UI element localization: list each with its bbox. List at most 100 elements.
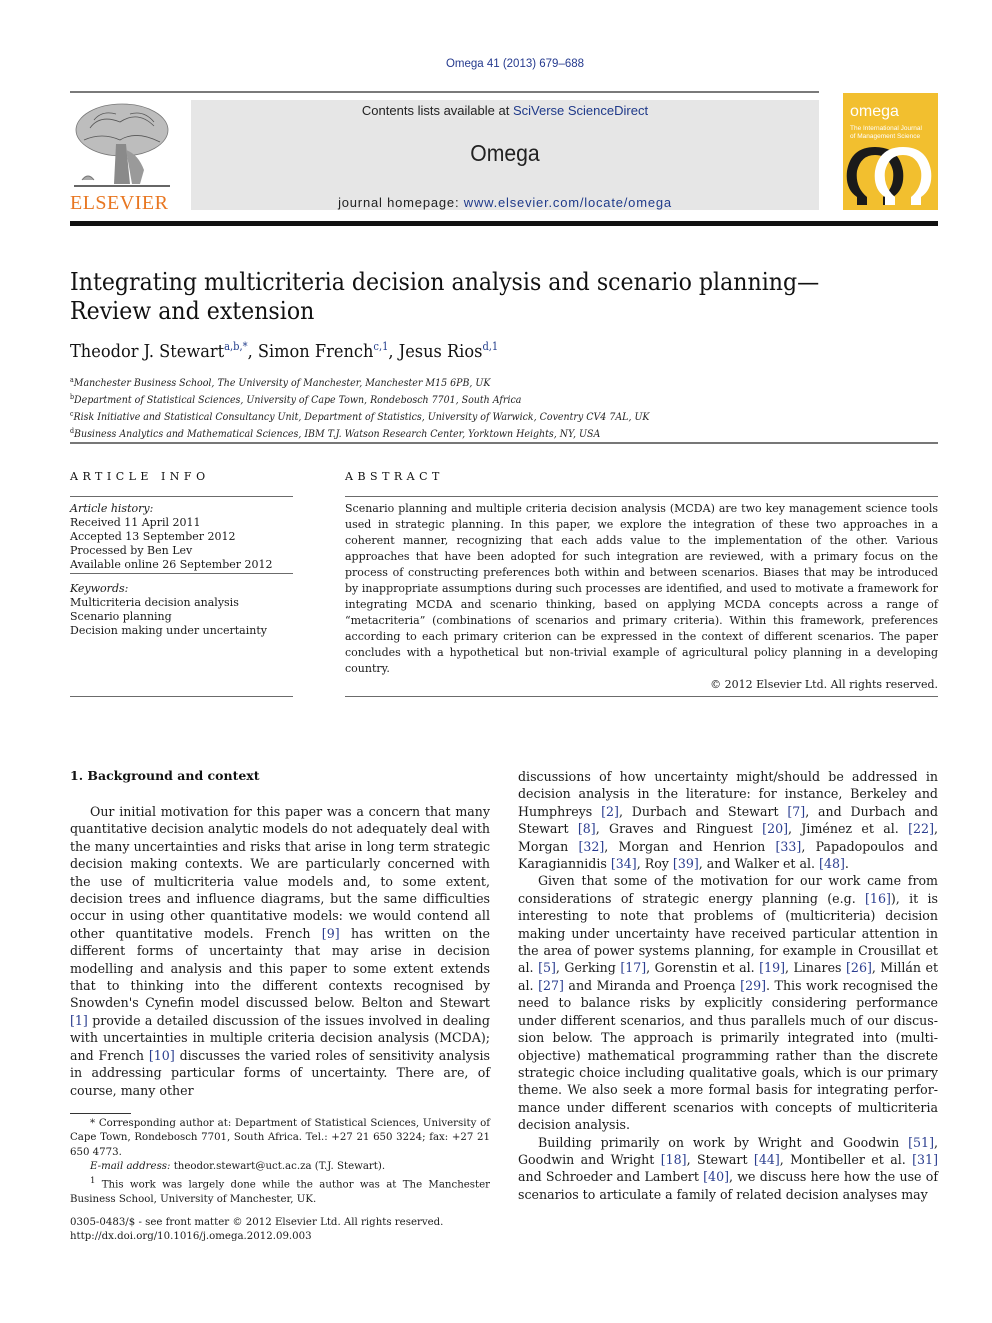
paragraph-text: , Graves and Ringuest [595, 821, 763, 837]
author-affiliation-marks[interactable]: c,1 [373, 340, 388, 353]
citation-link[interactable]: [26] [846, 960, 872, 975]
contents-prefix: Contents lists available at [361, 103, 513, 118]
paragraph-text: , Durbach and Stewart [618, 803, 788, 819]
history-item: Accepted 13 September 2012 [70, 530, 236, 543]
paragraph-text: , Morgan and Henrion [604, 838, 776, 854]
abstract-text: Scenario planning and multiple criteria … [345, 502, 938, 675]
footnotes: * Corresponding author at: Department of… [70, 1117, 490, 1207]
citation-link[interactable]: [20] [762, 821, 788, 836]
paragraph-text: Building primarily on work by Wright and… [538, 1134, 909, 1150]
affiliation-text: Business Analytics and Mathematical Scie… [74, 428, 601, 440]
body-paragraph: Building primarily on work by Wright and… [518, 1134, 938, 1204]
article-history: Article history: Received 11 April 2011 … [70, 502, 273, 572]
journal-reference[interactable]: Omega 41 (2013) 679–688 [0, 58, 992, 70]
history-item: Received 11 April 2011 [70, 516, 201, 529]
citation-link[interactable]: [10] [149, 1048, 175, 1063]
author-name: Simon French [257, 341, 374, 362]
citation-link[interactable]: [1] [70, 1013, 88, 1028]
citation-link[interactable]: [2] [601, 804, 619, 819]
paragraph-text: , Gorenstin et al. [646, 960, 760, 976]
affiliation: cRisk Initiative and Statistical Consult… [70, 407, 649, 424]
citation-link[interactable]: [18] [661, 1152, 687, 1167]
affiliation: bDepartment of Statistical Sciences, Uni… [70, 390, 649, 407]
divider [345, 496, 938, 497]
journal-cover-image: omega The International Journal of Manag… [843, 93, 938, 210]
paragraph-text: , Stewart [686, 1151, 754, 1167]
paragraph-text: . This work recognised the need to balan… [518, 977, 938, 1133]
issn-line: 0305-0483/$ - see front matter © 2012 El… [70, 1217, 444, 1228]
journal-name: Omega [470, 140, 540, 166]
section-heading: 1. Background and context [70, 768, 260, 783]
affiliation-text: Manchester Business School, The Universi… [73, 377, 491, 389]
body-column-left: Our initial motivation for this paper wa… [70, 803, 490, 1099]
affiliations: aManchester Business School, The Univers… [70, 373, 649, 441]
article-title: Integrating multicriteria decision analy… [70, 268, 820, 325]
keyword: Decision making under uncertainty [70, 624, 267, 637]
affiliation-text: Department of Statistical Sciences, Univ… [74, 394, 522, 406]
header-rule [70, 91, 819, 93]
author-name: Jesus Rios [398, 341, 483, 362]
keyword: Scenario planning [70, 610, 172, 623]
paragraph-text: Our initial motivation for this paper wa… [70, 804, 490, 941]
citation-link[interactable]: [32] [578, 839, 604, 854]
paragraph-text: , Gerking [555, 960, 621, 976]
elsevier-wordmark: ELSEVIER [70, 192, 169, 214]
citation-link[interactable]: [48] [819, 856, 845, 871]
footnote-rule [70, 1113, 131, 1114]
email-label: E-mail address: [90, 1160, 171, 1172]
affiliation: aManchester Business School, The Univers… [70, 373, 649, 390]
citation-link[interactable]: [16] [865, 891, 891, 906]
citation-link[interactable]: [27] [538, 978, 564, 993]
citation-link[interactable]: [34] [611, 856, 637, 871]
sciencedirect-link[interactable]: SciVerse ScienceDirect [513, 103, 648, 118]
author-name: Theodor J. Stewart [70, 341, 225, 362]
citation-link[interactable]: [7] [787, 804, 805, 819]
citation-link[interactable]: [39] [673, 856, 699, 871]
doi-link[interactable]: http://dx.doi.org/10.1016/j.omega.2012.0… [70, 1230, 443, 1244]
paragraph-text: . [844, 856, 849, 872]
citation-link[interactable]: [51] [908, 1135, 934, 1150]
citation-link[interactable]: [29] [740, 978, 766, 993]
author-affiliation-marks[interactable]: a,b,* [224, 340, 247, 353]
email-address[interactable]: theodor.stewart@uct.ac.za (T.J. Stewart)… [170, 1161, 385, 1172]
citation-link[interactable]: [33] [775, 839, 801, 854]
citation-link[interactable]: [8] [578, 821, 596, 836]
citation-link[interactable]: [17] [620, 960, 646, 975]
body-paragraph: discussions of how uncertainty might/sho… [518, 768, 938, 872]
citation-link[interactable]: [31] [912, 1152, 938, 1167]
paragraph-text: , Roy [636, 856, 673, 872]
title-rule [70, 442, 938, 444]
email-note: E-mail address: theodor.stewart@uct.ac.z… [70, 1160, 490, 1174]
corresponding-author-note: * Corresponding author at: Department of… [70, 1118, 490, 1158]
history-label: Article history: [70, 502, 154, 515]
citation-link[interactable]: [22] [908, 821, 934, 836]
header-thick-rule [70, 221, 938, 226]
citation-link[interactable]: [19] [759, 960, 785, 975]
author-affiliation-marks[interactable]: d,1 [482, 340, 498, 353]
keyword: Multicriteria decision analysis [70, 596, 239, 609]
paragraph-text: and Miranda and Proença [563, 977, 741, 993]
citation-link[interactable]: [5] [538, 960, 556, 975]
paragraph-text: , Jiménez et al. [788, 821, 909, 837]
body-paragraph: Given that some of the motivation for ou… [518, 872, 938, 1133]
divider [345, 696, 938, 697]
citation-link[interactable]: [9] [322, 926, 340, 941]
keywords-label: Keywords: [70, 582, 129, 595]
history-item: Processed by Ben Lev [70, 544, 193, 557]
citation-link[interactable]: [44] [754, 1152, 780, 1167]
journal-homepage-link[interactable]: www.elsevier.com/locate/omega [464, 195, 672, 210]
author-list: Theodor J. Stewarta,b,*, Simon Frenchc,1… [70, 340, 499, 362]
abstract-copyright: © 2012 Elsevier Ltd. All rights reserved… [710, 678, 938, 691]
article-info-heading: ARTICLE INFO [70, 470, 210, 483]
footnote-1: 1 This work was largely done while the a… [70, 1174, 490, 1207]
keywords: Keywords: Multicriteria decision analysi… [70, 582, 267, 638]
citation-link[interactable]: [40] [703, 1169, 729, 1184]
body-column-right: discussions of how uncertainty might/sho… [518, 768, 938, 1203]
contents-line: Contents lists available at SciVerse Sci… [191, 103, 819, 118]
divider [70, 696, 293, 697]
history-item: Available online 26 September 2012 [70, 558, 273, 571]
paragraph-text: and Schroeder and Lambert [518, 1169, 704, 1185]
divider [70, 496, 293, 497]
paragraph-text: , Montibeller et al. [779, 1151, 913, 1167]
front-matter: 0305-0483/$ - see front matter © 2012 El… [70, 1216, 443, 1245]
